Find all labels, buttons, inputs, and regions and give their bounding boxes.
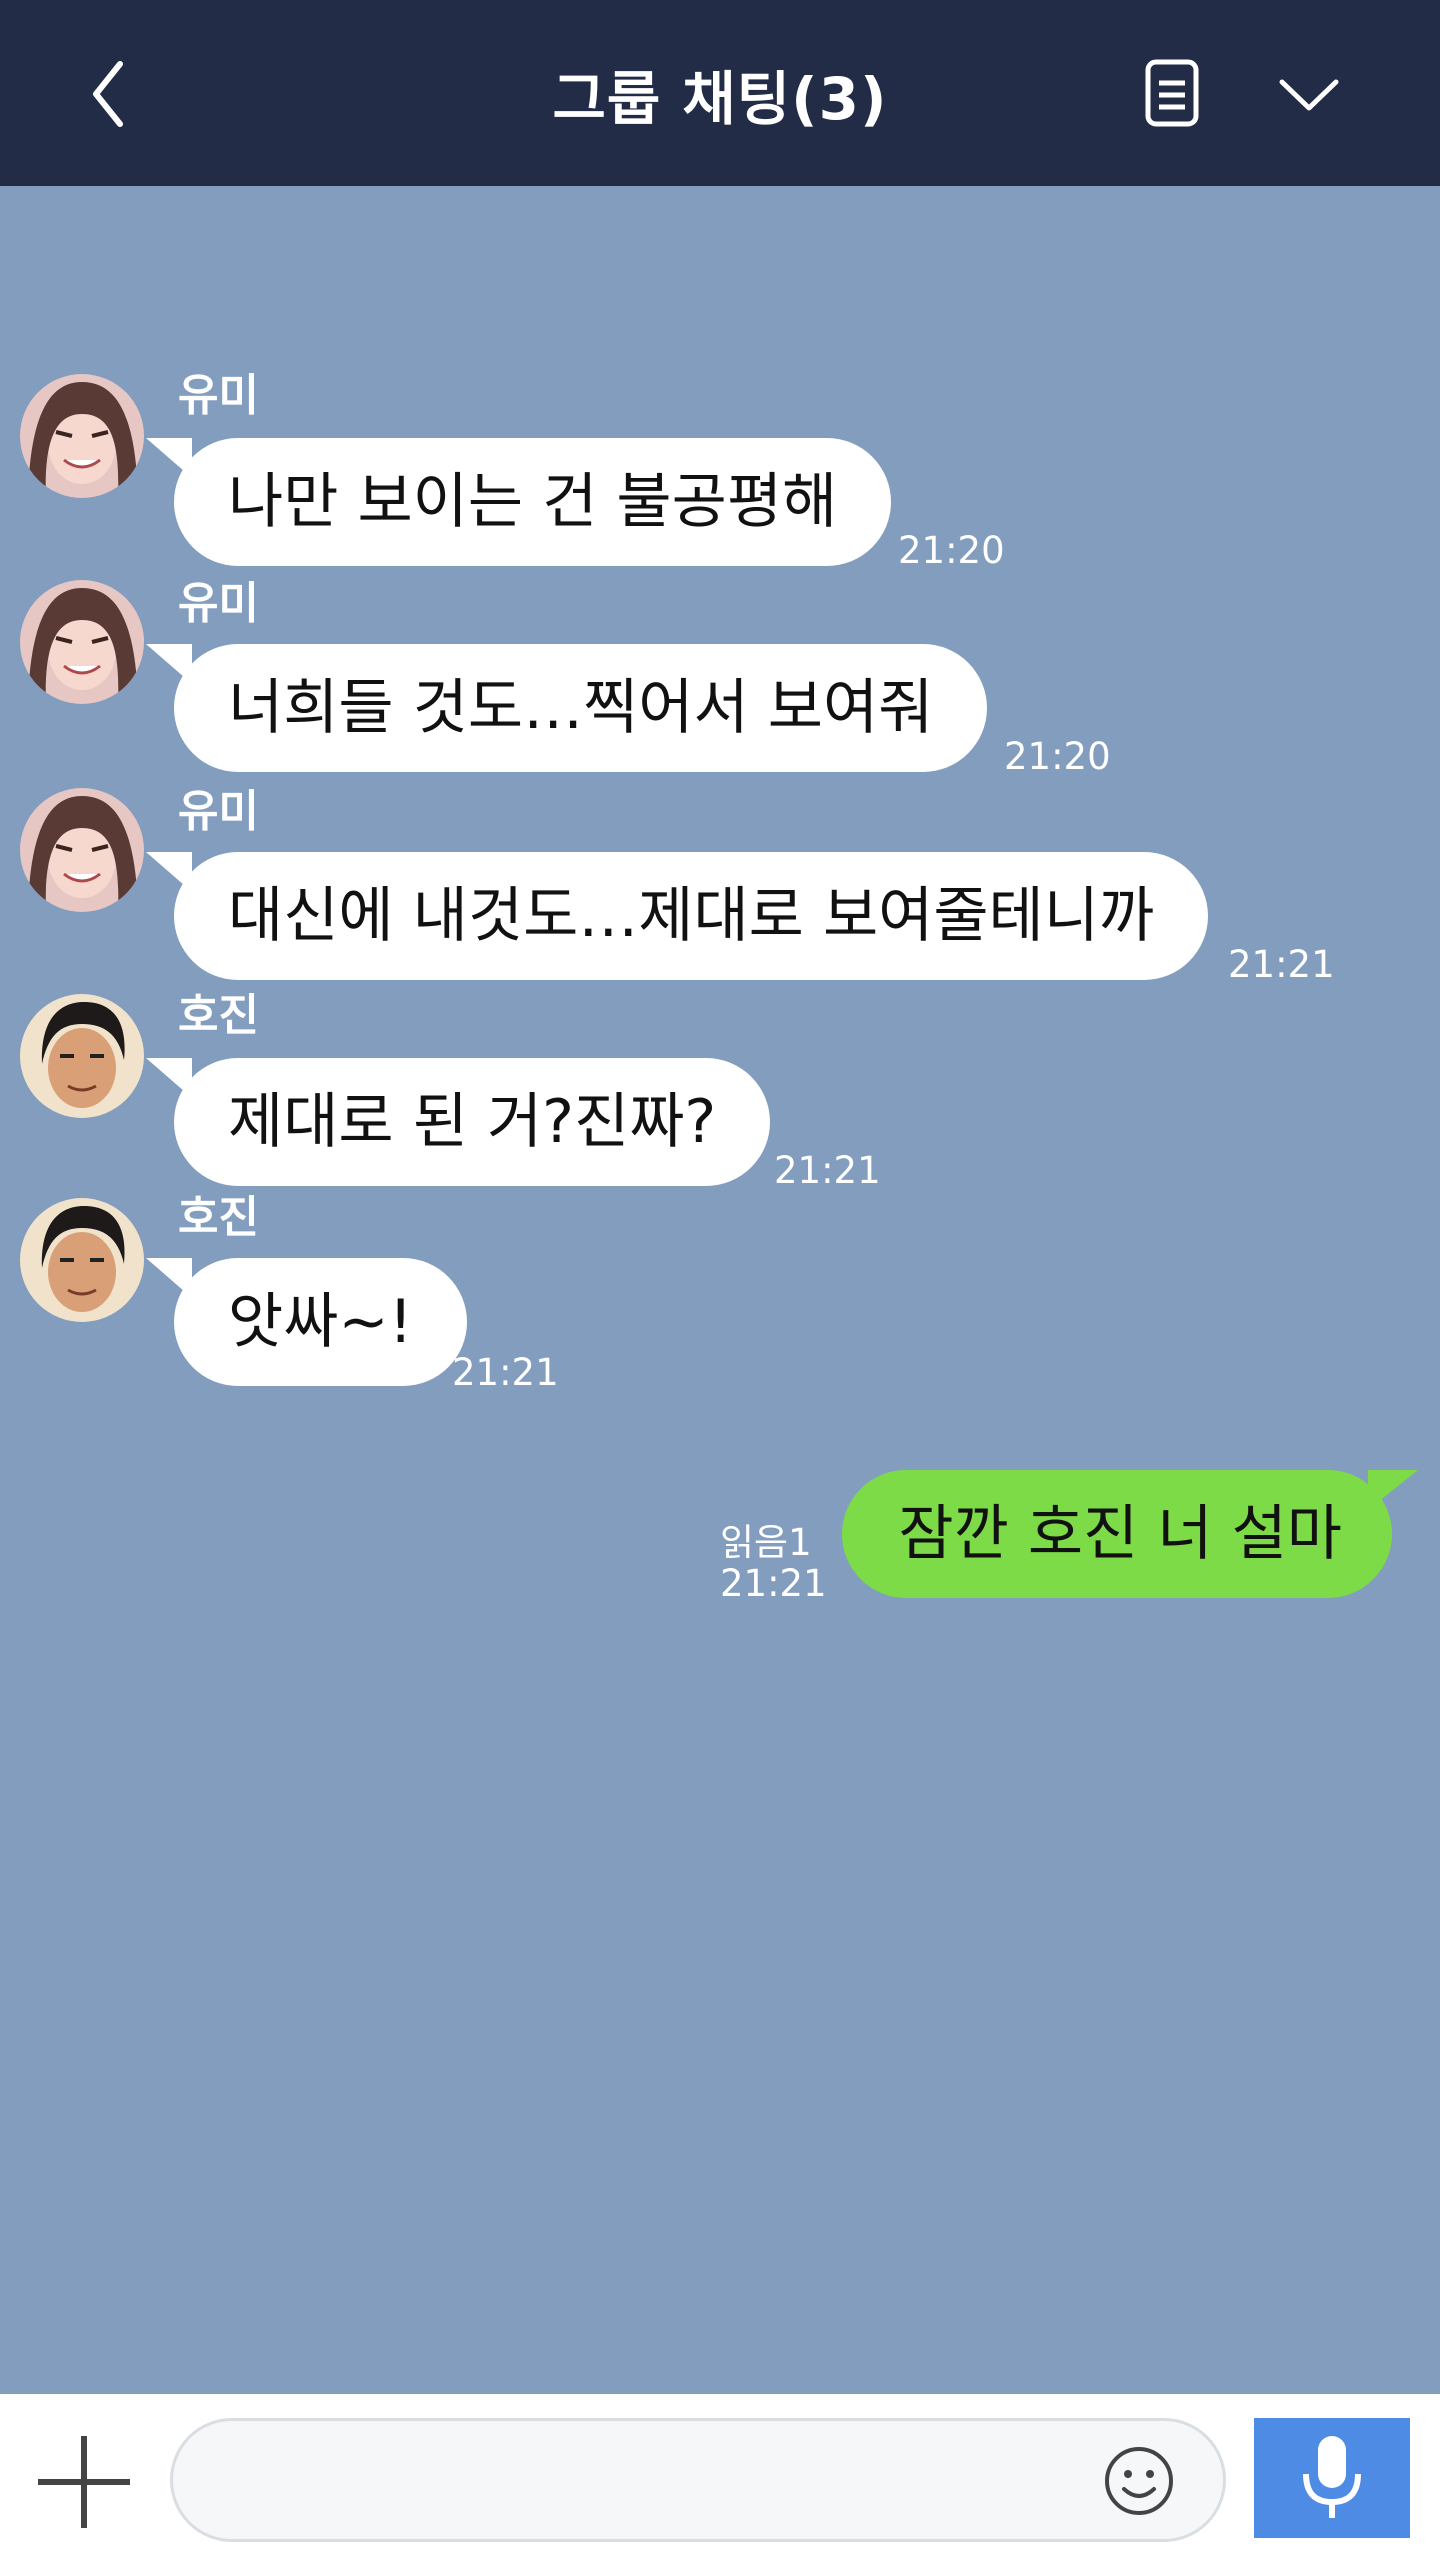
chat-header: 그룹 채팅(3) [0, 0, 1440, 186]
sender-name: 유미 [178, 370, 259, 421]
message-time: 21:21 [720, 1562, 827, 1606]
message-bubble[interactable]: 너희들 것도…찍어서 보여줘 [145, 644, 988, 772]
emoji-button[interactable] [1103, 2445, 1175, 2517]
avatar-image [20, 374, 144, 498]
notes-button[interactable] [1126, 50, 1216, 140]
avatar-image [20, 788, 144, 912]
menu-dropdown-button[interactable] [1264, 50, 1354, 140]
chevron-left-icon [93, 61, 123, 127]
avatar-yumi[interactable] [20, 374, 144, 498]
sender-name: 유미 [178, 786, 259, 837]
message-time: 21:21 [774, 1149, 881, 1192]
message-time: 21:21 [452, 1351, 559, 1394]
chat-title: 그룹 채팅(3) [552, 65, 888, 133]
avatar-hojin[interactable] [20, 1198, 144, 1322]
voice-button[interactable] [1254, 2418, 1410, 2538]
avatar-yumi[interactable] [20, 580, 144, 704]
message-input[interactable] [213, 2421, 1117, 2541]
message-bubble[interactable]: 대신에 내것도…제대로 보여줄테니까 [145, 852, 1209, 980]
message-input-box[interactable] [170, 2418, 1226, 2542]
message-time: 21:21 [1228, 943, 1335, 986]
sender-name: 호진 [178, 990, 259, 1041]
notes-icon [1145, 59, 1199, 127]
chevron-down-icon [1279, 79, 1339, 111]
avatar-image [20, 580, 144, 704]
message-bubble[interactable]: 제대로 된 거?진짜? [145, 1058, 771, 1186]
sender-name: 호진 [178, 1192, 259, 1243]
message-bubble[interactable]: 앗싸~! [146, 1258, 467, 1386]
my-message-bubble[interactable]: 잠깐 호진 너 설마 [842, 1470, 1418, 1598]
back-button[interactable] [66, 50, 156, 140]
attach-button[interactable] [34, 2432, 134, 2532]
read-status: 읽음1 21:21 [720, 1522, 827, 1605]
message-time: 21:20 [898, 529, 1005, 572]
sender-name: 유미 [178, 578, 259, 629]
avatar-yumi[interactable] [20, 788, 144, 912]
read-label: 읽음1 [720, 1521, 812, 1564]
composer-bar [0, 2394, 1440, 2560]
avatar-image [20, 994, 144, 1118]
message-time: 21:20 [1004, 735, 1111, 778]
avatar-image [20, 1198, 144, 1322]
avatar-hojin[interactable] [20, 994, 144, 1118]
microphone-icon [1303, 2436, 1361, 2518]
message-bubble[interactable]: 나만 보이는 건 불공평해 [145, 438, 892, 566]
plus-icon [38, 2436, 130, 2528]
emoji-icon [1105, 2447, 1173, 2515]
